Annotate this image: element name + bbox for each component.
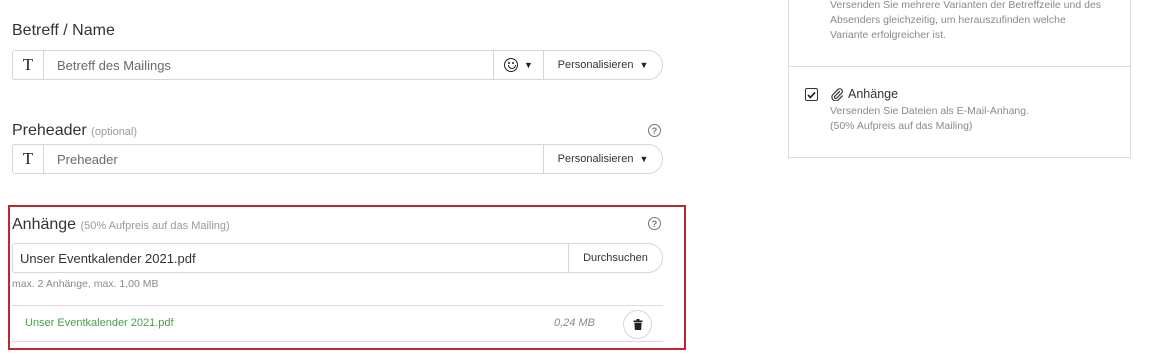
attachments-checkbox[interactable] — [805, 88, 818, 101]
variants-description: Versenden Sie mehrere Varianten der Betr… — [830, 0, 1101, 43]
file-input-group: Unser Eventkalender 2021.pdf Durchsuchen — [12, 243, 663, 273]
subject-title: Betreff / Name — [12, 22, 115, 40]
preheader-input-group: T Preheader Personalisieren ▼ — [12, 144, 663, 174]
panel-divider — [789, 66, 1130, 67]
chevron-down-icon: ▼ — [639, 154, 649, 164]
variants-description-line: Variante erfolgreicher ist. — [830, 29, 946, 41]
file-input[interactable]: Unser Eventkalender 2021.pdf — [13, 244, 568, 272]
subject-personalize-button[interactable]: Personalisieren ▼ — [543, 51, 662, 79]
trash-icon — [633, 319, 642, 330]
attachments-option-line: (50% Aufpreis auf das Mailing) — [830, 120, 973, 132]
options-panel: Versenden Sie mehrere Varianten der Betr… — [788, 0, 1131, 158]
attachments-title-text: Anhänge — [12, 216, 77, 233]
chevron-down-icon: ▼ — [524, 60, 533, 70]
preheader-personalize-button[interactable]: Personalisieren ▼ — [543, 145, 662, 173]
attachments-limits-hint: max. 2 Anhänge, max. 1,00 MB — [12, 278, 159, 290]
attachment-file-size: 0,24 MB — [554, 317, 595, 329]
chevron-down-icon: ▼ — [639, 60, 649, 70]
text-type-icon: T — [13, 145, 44, 173]
preheader-input[interactable]: Preheader — [44, 145, 543, 173]
attachments-option-title: Anhänge — [848, 87, 899, 101]
help-icon[interactable]: ? — [648, 217, 661, 230]
subject-input[interactable]: Betreff des Mailings — [44, 51, 493, 79]
smiley-icon — [504, 58, 519, 72]
checkmark-icon — [807, 91, 816, 99]
text-type-icon: T — [13, 51, 44, 79]
help-icon[interactable]: ? — [648, 124, 661, 137]
subject-title-text: Betreff / Name — [12, 22, 115, 39]
attachment-file-row: Unser Eventkalender 2021.pdf 0,24 MB — [12, 305, 663, 342]
preheader-title-text: Preheader — [12, 122, 87, 139]
attachment-file-link[interactable]: Unser Eventkalender 2021.pdf — [25, 317, 174, 329]
subject-input-group: T Betreff des Mailings ▼ Personalisieren… — [12, 50, 663, 80]
variants-description-line: Versenden Sie mehrere Varianten der Betr… — [830, 0, 1102, 11]
paperclip-icon — [831, 88, 843, 101]
emoji-picker-button[interactable]: ▼ — [493, 51, 543, 79]
attachments-title: Anhänge (50% Aufpreis auf das Mailing) — [12, 216, 230, 234]
attachments-option-description: Versenden Sie Dateien als E-Mail-Anhang.… — [830, 104, 1029, 134]
variants-description-line: Absenders gleichzeitig, um herauszufinde… — [830, 14, 1066, 26]
preheader-title: Preheader (optional) — [12, 122, 137, 140]
personalize-label: Personalisieren — [557, 153, 634, 165]
delete-attachment-button[interactable] — [623, 310, 652, 339]
browse-button[interactable]: Durchsuchen — [568, 244, 662, 272]
attachments-option-line: Versenden Sie Dateien als E-Mail-Anhang. — [830, 105, 1030, 117]
preheader-optional-label: (optional) — [91, 126, 138, 138]
personalize-label: Personalisieren — [557, 59, 634, 71]
attachments-surcharge-label: (50% Aufpreis auf das Mailing) — [80, 220, 230, 232]
